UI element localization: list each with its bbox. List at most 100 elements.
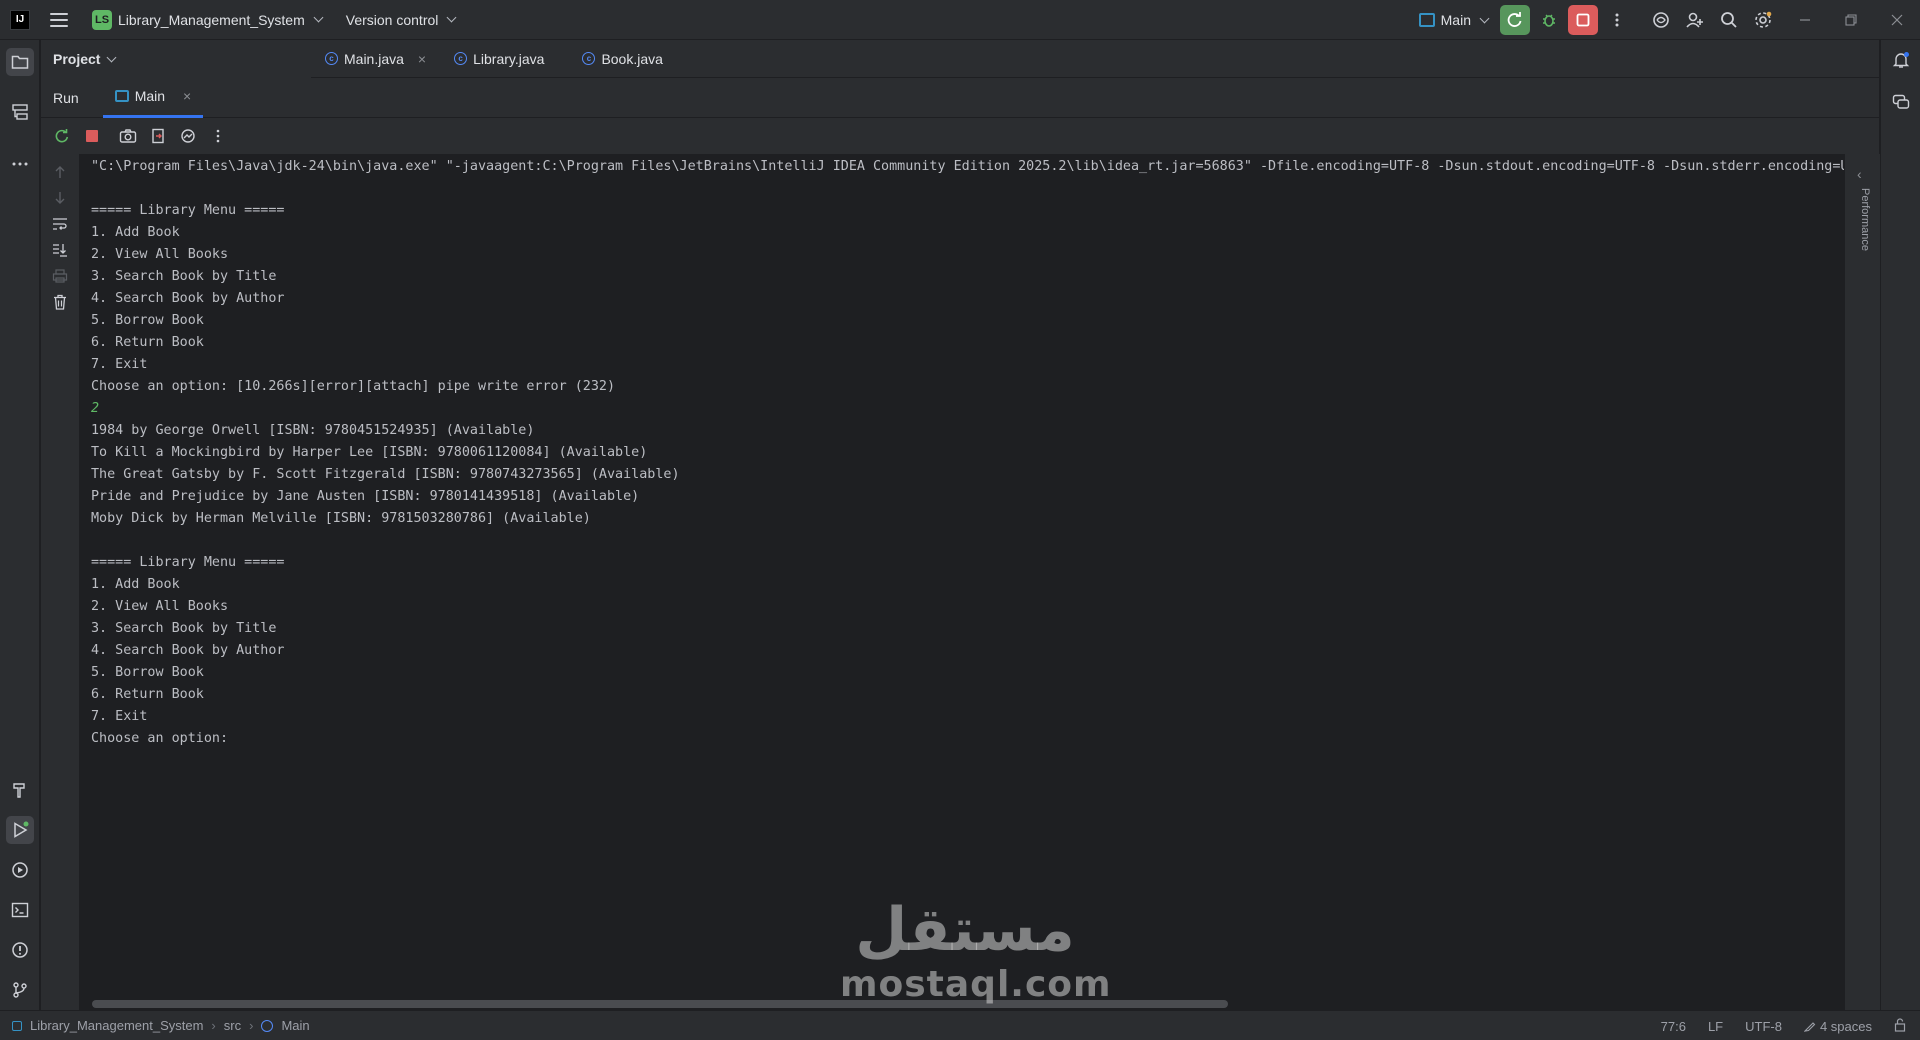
console-output[interactable]: "C:\Program Files\Java\jdk-24\bin\java.e…: [79, 154, 1844, 1010]
problems-tool-button[interactable]: [6, 936, 34, 964]
git-tool-button[interactable]: [6, 976, 34, 1004]
console-text: "C:\Program Files\Java\jdk-24\bin\java.e…: [91, 156, 1844, 750]
profiler-button[interactable]: [177, 125, 199, 147]
application-config-icon: [114, 90, 129, 102]
run-tab-label: Main: [134, 88, 166, 104]
java-class-icon: [261, 1019, 274, 1032]
stop-icon: [86, 130, 98, 142]
console-line: 6. Return Book: [91, 687, 204, 702]
code-with-me-button[interactable]: [1680, 5, 1710, 35]
intellij-logo-icon[interactable]: IJ: [10, 9, 30, 30]
debug-button[interactable]: [1534, 5, 1564, 35]
scroll-to-end-icon: [53, 244, 67, 257]
console-line: 7. Exit: [91, 357, 148, 372]
performance-panel-strip: ‹ Performance: [1844, 154, 1880, 1010]
more-actions-button[interactable]: [1602, 5, 1632, 35]
exit-button[interactable]: [147, 125, 169, 147]
search-icon: [1721, 12, 1737, 28]
close-tab-icon[interactable]: ×: [418, 51, 426, 67]
breadcrumb-main[interactable]: Main: [281, 1018, 309, 1033]
breadcrumb-src[interactable]: src: [224, 1018, 241, 1033]
readonly-toggle[interactable]: [1894, 1017, 1906, 1035]
run-toolbar: [41, 118, 1879, 154]
left-tool-window-bar: [0, 40, 40, 1010]
tab-book-java[interactable]: c Book.java: [568, 40, 676, 77]
run-panel-title: Run: [53, 89, 79, 106]
bell-icon: [1892, 52, 1910, 68]
tab-main-java[interactable]: c Main.java ×: [311, 40, 440, 77]
performance-tab[interactable]: Performance: [1859, 188, 1871, 251]
console-line: Choose an option:: [91, 731, 229, 746]
hammer-icon: [13, 783, 25, 798]
console-line: 2. View All Books: [91, 247, 229, 262]
more-run-actions-button[interactable]: [207, 125, 229, 147]
structure-tool-button[interactable]: [6, 98, 34, 126]
project-badge: LS: [92, 9, 112, 30]
console-line: 7. Exit: [91, 709, 148, 724]
indent-icon: [1803, 1022, 1816, 1032]
services-tool-button[interactable]: [6, 856, 34, 884]
camera-icon: [119, 129, 137, 143]
console-line: Choose an option: [10.266s][error][attac…: [91, 379, 616, 394]
arrow-down-icon: [55, 192, 65, 204]
run-tool-button[interactable]: [6, 816, 34, 844]
console-line: 2: [91, 401, 100, 416]
more-tool-windows-button[interactable]: [6, 150, 34, 178]
breadcrumb-separator: ›: [249, 1018, 254, 1033]
rerun-button[interactable]: [1500, 5, 1530, 35]
project-panel-label: Project: [53, 51, 101, 67]
console-actions-gutter: [41, 154, 79, 1010]
project-panel-header[interactable]: Project: [41, 40, 311, 78]
stop-button[interactable]: [1568, 5, 1598, 35]
version-control-label: Version control: [345, 11, 439, 28]
console-line: 3. Search Book by Title: [91, 621, 277, 636]
ai-chat-button[interactable]: [1887, 88, 1915, 116]
caret-position[interactable]: 77:6: [1661, 1019, 1686, 1034]
chevron-left-icon[interactable]: ‹: [1857, 166, 1862, 182]
scroll-down-button[interactable]: [50, 188, 70, 208]
minimize-button[interactable]: [1782, 0, 1828, 40]
run-tab-main[interactable]: Main ×: [102, 78, 204, 118]
print-button[interactable]: [50, 266, 70, 286]
close-window-button[interactable]: [1874, 0, 1920, 40]
console-line: Pride and Prejudice by Jane Austen [ISBN…: [91, 489, 640, 504]
chevron-down-icon: [446, 12, 457, 23]
search-everywhere-button[interactable]: [1714, 5, 1744, 35]
run-config-label: Main: [1440, 12, 1471, 28]
chat-icon: [1892, 94, 1910, 109]
rerun-button[interactable]: [51, 125, 73, 147]
settings-button[interactable]: [1748, 5, 1778, 35]
terminal-tool-button[interactable]: [6, 896, 34, 924]
console-line: 5. Borrow Book: [91, 313, 204, 328]
project-switcher[interactable]: LS Library_Management_System: [86, 6, 328, 34]
close-run-tab-icon[interactable]: ×: [183, 88, 191, 104]
file-encoding[interactable]: UTF-8: [1745, 1019, 1782, 1034]
clear-all-button[interactable]: [50, 292, 70, 312]
scroll-up-button[interactable]: [50, 162, 70, 182]
java-class-icon: c: [454, 52, 468, 65]
line-separator[interactable]: LF: [1708, 1019, 1723, 1034]
indent-label: 4 spaces: [1819, 1018, 1872, 1034]
notifications-button[interactable]: [1887, 46, 1915, 74]
restore-button[interactable]: [1828, 0, 1874, 40]
project-name: Library_Management_System: [118, 11, 305, 28]
run-configuration-selector[interactable]: Main: [1418, 12, 1490, 28]
close-icon: [1891, 14, 1903, 26]
main-menu-icon[interactable]: [50, 12, 68, 27]
project-tool-button[interactable]: [6, 48, 34, 76]
console-line: 5. Borrow Book: [91, 665, 204, 680]
tab-library-java[interactable]: c Library.java: [440, 40, 558, 77]
build-tool-button[interactable]: [6, 776, 34, 804]
unlock-icon: [1894, 1017, 1906, 1032]
ai-assistant-button[interactable]: [1646, 5, 1676, 35]
scroll-to-end-button[interactable]: [50, 240, 70, 260]
indent-setting[interactable]: 4 spaces: [1803, 1018, 1872, 1034]
stop-button[interactable]: [81, 125, 103, 147]
console-line: 2. View All Books: [91, 599, 229, 614]
version-control-menu[interactable]: Version control: [345, 11, 457, 28]
breadcrumb-project[interactable]: Library_Management_System: [30, 1018, 203, 1033]
soft-wrap-button[interactable]: [50, 214, 70, 234]
thread-dump-button[interactable]: [117, 125, 139, 147]
horizontal-scrollbar[interactable]: [92, 1000, 1228, 1008]
